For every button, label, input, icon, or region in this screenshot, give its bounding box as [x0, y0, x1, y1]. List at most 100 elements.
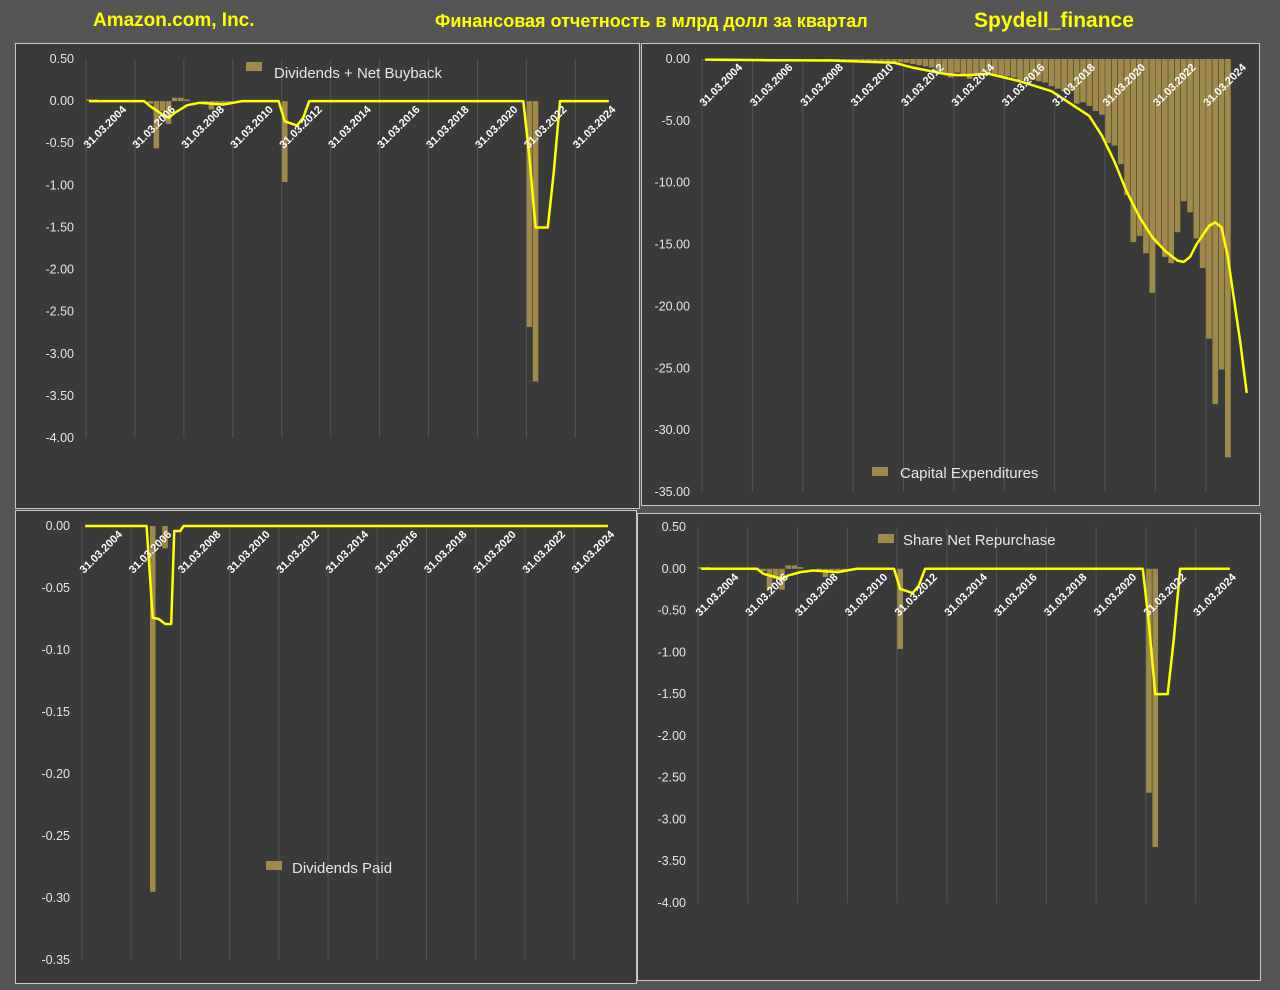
share-net-repurchase-plot: 0.50 0.00 -0.50 -1.00 -1.50 -2.00 -2.50 -3.00 -3…: [658, 520, 1240, 910]
bar: [1117, 59, 1124, 165]
bar: [178, 97, 184, 102]
x-tick-label: 31.03.2008: [179, 104, 226, 151]
x-tick-label: 31.03.2024: [571, 103, 619, 151]
y-tick-label: -0.35: [42, 953, 71, 967]
x-tick-label: 31.03.2004: [698, 61, 746, 109]
y-tick-label: -0.50: [658, 604, 687, 618]
bar: [897, 59, 904, 63]
dividends-net-buyback-plot: 0.50 0.00 -0.50 -1.00 -1.50 -2.00 -2.50 -3.00 -3…: [46, 52, 619, 445]
share-net-repurchase-chart: 0.50 0.00 -0.50 -1.00 -1.50 -2.00 -2.50 -3.00 -3…: [637, 513, 1261, 981]
bar: [797, 567, 804, 569]
y-tick-label: 0.00: [666, 52, 690, 66]
x-tick-label: 31.03.2020: [473, 104, 520, 151]
bar: [1155, 59, 1162, 245]
bar: [171, 97, 178, 102]
x-tick-label: 31.03.2004: [78, 528, 126, 576]
x-tick-label: 31.03.2022: [521, 529, 568, 576]
x-tick-label: 31.03.2016: [375, 104, 422, 151]
x-tick-label: 31.03.2008: [798, 62, 845, 109]
y-tick-label: -2.00: [658, 729, 687, 743]
x-tick-label: 31.03.2010: [843, 571, 890, 618]
y-tick-label: 0.50: [662, 520, 686, 534]
y-tick-label: -25.00: [655, 361, 690, 375]
bar: [1212, 59, 1219, 405]
x-tick-label: 31.03.2010: [228, 104, 275, 151]
y-tick-label: -1.00: [658, 645, 687, 659]
y-tick-label: -5.00: [662, 114, 691, 128]
bar: [1004, 59, 1011, 77]
x-tick-label: 31.03.2024: [1191, 571, 1239, 619]
x-tick-label: 31.03.2016: [992, 571, 1039, 618]
bar: [1099, 59, 1105, 115]
bar: [1187, 59, 1193, 213]
x-tick-label: 31.03.2004: [82, 103, 130, 151]
y-tick-label: -0.05: [42, 581, 71, 595]
brand-label: Spydell_finance: [974, 9, 1134, 32]
bar: [1010, 59, 1017, 78]
bar: [1149, 59, 1156, 293]
y-tick-label: -20.00: [655, 299, 690, 313]
report-subtitle: Финансовая отчетность в млрд долл за ква…: [435, 11, 868, 31]
x-tick-label: 31.03.2020: [471, 529, 518, 576]
legend-label: Share Net Repurchase: [903, 532, 1056, 549]
y-tick-label: -35.00: [655, 485, 690, 499]
dividends-net-buyback-chart: 0.50 0.00 -0.50 -1.00 -1.50 -2.00 -2.50 -3.00 -3…: [15, 43, 640, 509]
bar: [998, 59, 1004, 77]
bar: [1054, 59, 1061, 89]
capital-expenditures-plot: 0.00 -5.00 -10.00 -15.00 -20.00 -25.00 -30.00 -…: [655, 52, 1250, 499]
y-tick-label: -1.50: [658, 687, 687, 701]
y-tick-label: -0.20: [42, 767, 71, 781]
y-tick-label: -30.00: [655, 423, 690, 437]
y-tick-label: 0.00: [46, 519, 70, 533]
x-tick-label: 31.03.2010: [225, 529, 272, 576]
x-tick-label: 31.03.2018: [422, 529, 469, 576]
legend-swatch: [878, 534, 894, 543]
y-tick-label: -0.50: [46, 136, 75, 150]
x-tick-label: 31.03.2014: [942, 571, 990, 619]
y-tick-label: -0.30: [42, 891, 71, 905]
x-tick-label: 31.03.2006: [748, 62, 795, 109]
bar: [1218, 59, 1225, 370]
bar: [1136, 59, 1143, 236]
y-tick-label: 0.50: [50, 52, 74, 66]
y-tick-label: -3.50: [46, 389, 75, 403]
x-tick-label: 31.03.2008: [176, 529, 223, 576]
bar: [903, 59, 910, 63]
y-tick-label: -4.00: [46, 431, 75, 445]
x-tick-label: 31.03.2024: [570, 528, 618, 576]
bar: [916, 59, 923, 66]
y-tick-label: -2.50: [658, 771, 687, 785]
bar: [954, 59, 960, 73]
y-tick-label: -2.00: [46, 263, 75, 277]
bar: [785, 565, 792, 569]
x-tick-label: 31.03.2012: [274, 529, 321, 576]
x-tick-label: 31.03.2018: [1042, 571, 1089, 618]
bar: [910, 59, 916, 64]
bar: [960, 59, 967, 76]
x-tick-label: 31.03.2014: [324, 528, 372, 576]
dividends-paid-chart: 0.00 -0.05 -0.10 -0.15 -0.20 -0.25 -0.30 -0.35 3…: [15, 510, 637, 984]
legend-label: Capital Expenditures: [900, 465, 1038, 482]
x-tick-label: 31.03.2016: [373, 529, 420, 576]
company-title: Amazon.com, Inc.: [93, 10, 255, 31]
y-tick-label: -2.50: [46, 305, 75, 319]
y-tick-label: 0.00: [50, 94, 74, 108]
y-tick-label: -15.00: [655, 238, 690, 252]
x-tick-label: 31.03.2014: [326, 103, 374, 151]
x-tick-label: 31.03.2010: [849, 62, 896, 109]
legend-swatch: [872, 467, 888, 476]
y-tick-label: -3.00: [46, 347, 75, 361]
x-tick-label: 31.03.2018: [424, 104, 471, 151]
legend-swatch: [246, 62, 262, 71]
bar: [184, 99, 190, 102]
bar: [1193, 59, 1200, 239]
bar: [922, 59, 929, 67]
bar: [791, 565, 798, 569]
legend-swatch: [266, 861, 282, 870]
y-tick-label: -10.00: [655, 176, 690, 190]
legend-label: Dividends Paid: [292, 860, 392, 877]
legend-label: Dividends + Net Buyback: [274, 65, 443, 82]
y-tick-label: -0.15: [42, 705, 71, 719]
y-tick-label: -4.00: [658, 896, 687, 910]
x-tick-label: 31.03.2020: [1092, 571, 1139, 618]
